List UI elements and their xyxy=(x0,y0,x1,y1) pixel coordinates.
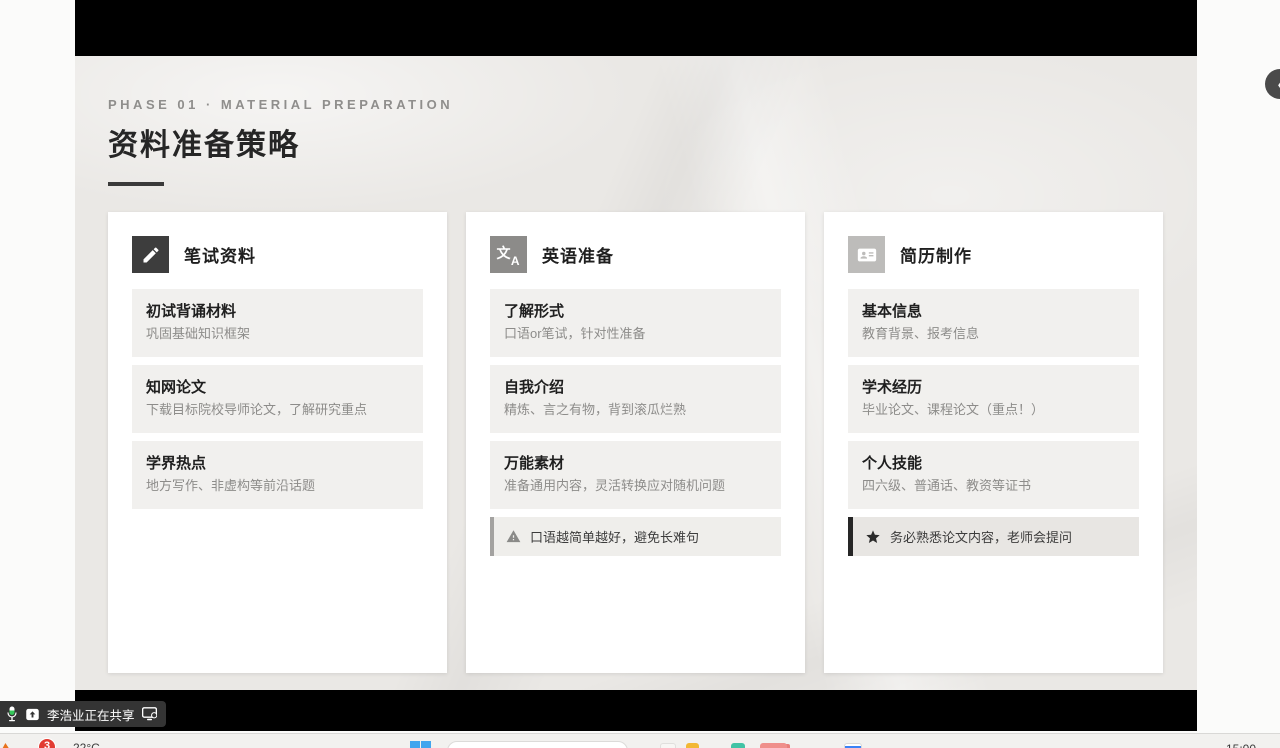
translate-glyph xyxy=(497,243,521,267)
slide-eyebrow: PHASE 01 · MATERIAL PREPARATION xyxy=(108,97,1164,112)
item-title: 了解形式 xyxy=(504,301,767,322)
item-desc: 教育背景、报考信息 xyxy=(862,324,1125,344)
item-title: 学术经历 xyxy=(862,377,1125,398)
card-header: 英语准备 xyxy=(490,236,781,273)
pencil-icon xyxy=(132,236,169,273)
letterbox-bottom xyxy=(75,690,1197,731)
screen: PHASE 01 · MATERIAL PREPARATION 资料准备策略 笔… xyxy=(0,0,1280,748)
item-title: 基本信息 xyxy=(862,301,1125,322)
card-header: 简历制作 xyxy=(848,236,1139,273)
taskbar-clock[interactable]: 15:00 xyxy=(1226,742,1256,748)
item-desc: 巩固基础知识框架 xyxy=(146,324,409,344)
item-title: 万能素材 xyxy=(504,453,767,474)
letterbox-top xyxy=(75,0,1197,56)
taskbar-search-input[interactable] xyxy=(447,741,628,748)
list-item: 自我介绍 精炼、言之有物，背到滚瓜烂熟 xyxy=(490,365,781,433)
item-title: 个人技能 xyxy=(862,453,1125,474)
taskbar-app-icon[interactable] xyxy=(686,743,699,748)
weather-icon[interactable] xyxy=(0,743,12,748)
cards-row: 笔试资料 初试背诵材料 巩固基础知识框架 知网论文 下载目标院校导师论文，了解研… xyxy=(108,212,1164,673)
id-card-icon xyxy=(848,236,885,273)
screen-share-banner: 李浩业正在共享 xyxy=(0,701,166,727)
taskbar-app-icon[interactable] xyxy=(844,743,862,748)
item-title: 知网论文 xyxy=(146,377,409,398)
panel-expand-button[interactable]: ‹ xyxy=(1265,69,1280,99)
card-header: 笔试资料 xyxy=(132,236,423,273)
item-desc: 地方写作、非虚构等前沿话题 xyxy=(146,476,409,496)
taskbar-app-icon[interactable] xyxy=(660,743,676,748)
card-title: 简历制作 xyxy=(900,242,972,267)
taskbar: 3 22°C 15:00 xyxy=(0,733,1280,748)
notification-badge[interactable]: 3 xyxy=(38,738,56,748)
item-desc: 毕业论文、课程论文（重点！） xyxy=(862,400,1125,420)
card-title: 笔试资料 xyxy=(184,242,256,267)
share-screen-icon[interactable] xyxy=(25,707,40,722)
note-text: 口语越简单越好，避免长难句 xyxy=(530,527,699,546)
share-banner-text: 李浩业正在共享 xyxy=(47,705,135,724)
taskbar-app-icon[interactable] xyxy=(760,743,787,748)
item-title: 学界热点 xyxy=(146,453,409,474)
microphone-icon[interactable] xyxy=(6,706,18,722)
list-item: 个人技能 四六级、普通话、教资等证书 xyxy=(848,441,1139,509)
item-desc: 准备通用内容，灵活转换应对随机问题 xyxy=(504,476,767,496)
note-text: 务必熟悉论文内容，老师会提问 xyxy=(890,527,1072,546)
taskbar-app-icon[interactable] xyxy=(731,743,745,748)
list-item: 学界热点 地方写作、非虚构等前沿话题 xyxy=(132,441,423,509)
item-desc: 精炼、言之有物，背到滚瓜烂熟 xyxy=(504,400,767,420)
tip-note: 口语越简单越好，避免长难句 xyxy=(490,517,781,556)
page-title: 资料准备策略 xyxy=(108,120,1164,164)
shared-monitor-icon[interactable] xyxy=(142,707,157,721)
star-icon xyxy=(865,529,881,545)
list-item: 初试背诵材料 巩固基础知识框架 xyxy=(132,289,423,357)
item-desc: 下载目标院校导师论文，了解研究重点 xyxy=(146,400,409,420)
card-english-prep: 英语准备 了解形式 口语or笔试，针对性准备 自我介绍 精炼、言之有物，背到滚瓜… xyxy=(466,212,805,673)
list-item: 知网论文 下载目标院校导师论文，了解研究重点 xyxy=(132,365,423,433)
item-title: 自我介绍 xyxy=(504,377,767,398)
weather-temperature[interactable]: 22°C xyxy=(73,741,100,748)
list-item: 了解形式 口语or笔试，针对性准备 xyxy=(490,289,781,357)
list-item: 基本信息 教育背景、报考信息 xyxy=(848,289,1139,357)
title-underline xyxy=(108,182,164,186)
windows-start-icon[interactable] xyxy=(410,741,431,748)
translate-icon xyxy=(490,236,527,273)
slide-content: PHASE 01 · MATERIAL PREPARATION 资料准备策略 笔… xyxy=(75,56,1197,673)
item-desc: 口语or笔试，针对性准备 xyxy=(504,324,767,344)
card-written-materials: 笔试资料 初试背诵材料 巩固基础知识框架 知网论文 下载目标院校导师论文，了解研… xyxy=(108,212,447,673)
card-title: 英语准备 xyxy=(542,242,614,267)
presentation-slide: PHASE 01 · MATERIAL PREPARATION 资料准备策略 笔… xyxy=(75,56,1197,690)
card-resume-making: 简历制作 基本信息 教育背景、报考信息 学术经历 毕业论文、课程论文（重点！） … xyxy=(824,212,1163,673)
warning-icon xyxy=(506,529,521,544)
item-title: 初试背诵材料 xyxy=(146,301,409,322)
list-item: 学术经历 毕业论文、课程论文（重点！） xyxy=(848,365,1139,433)
list-item: 万能素材 准备通用内容，灵活转换应对随机问题 xyxy=(490,441,781,509)
highlight-note: 务必熟悉论文内容，老师会提问 xyxy=(848,517,1139,556)
item-desc: 四六级、普通话、教资等证书 xyxy=(862,476,1125,496)
